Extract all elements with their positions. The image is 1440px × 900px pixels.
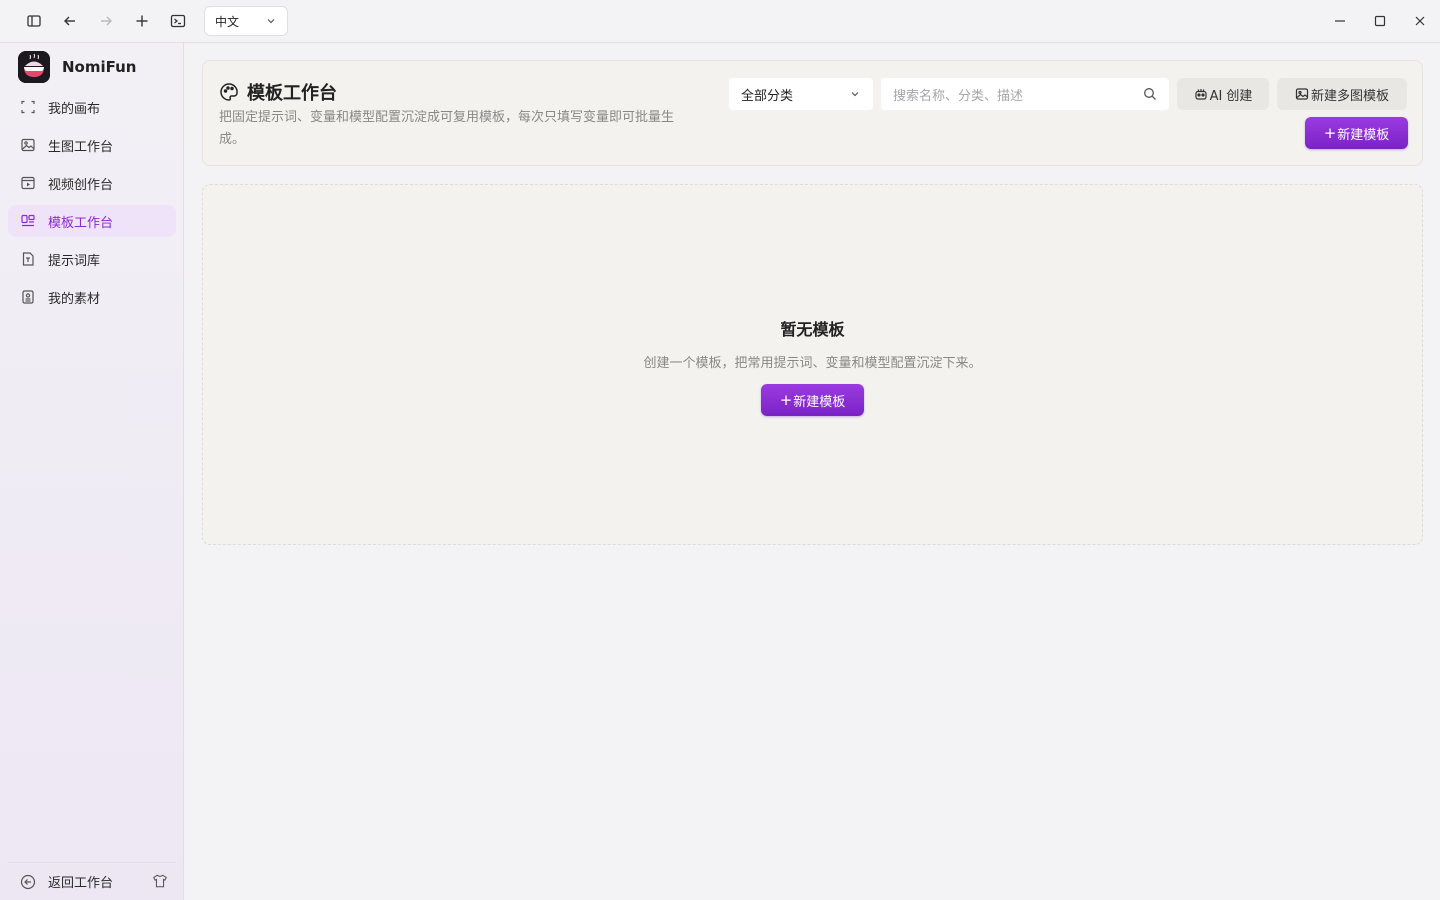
image-icon: [21, 138, 35, 152]
empty-state-title: 暂无模板: [780, 320, 845, 339]
sidebar-item-my-assets[interactable]: 我的素材: [8, 281, 176, 313]
maximize-icon[interactable]: [1370, 11, 1390, 31]
language-select[interactable]: 中文: [204, 6, 288, 36]
prompt-icon: [22, 252, 34, 266]
new-template-button[interactable]: + 新建模板: [1305, 117, 1408, 149]
back-arrow-icon[interactable]: [58, 9, 82, 33]
terminal-icon[interactable]: [166, 9, 190, 33]
page-title: 模板工作台: [247, 83, 337, 104]
sidebar-item-label: 模板工作台: [48, 215, 114, 231]
empty-state-new-template-button[interactable]: + 新建模板: [761, 384, 864, 416]
search-input[interactable]: 搜索名称、分类、描述: [881, 78, 1169, 110]
category-select[interactable]: 全部分类: [729, 78, 873, 110]
language-select-value: 中文: [215, 14, 240, 29]
sidebar-item-prompt-library[interactable]: 提示词库: [8, 243, 176, 275]
empty-state-new-template-label: 新建模板: [793, 394, 846, 410]
search-icon[interactable]: [1143, 87, 1157, 101]
assets-icon: [22, 290, 34, 304]
sidebar-item-label: 我的画布: [48, 101, 101, 117]
chevron-down-icon: [851, 92, 859, 97]
empty-state-description: 创建一个模板，把常用提示词、变量和模型配置沉淀下来。: [643, 356, 982, 371]
sidebar-item-video-studio[interactable]: 视频创作台: [8, 167, 176, 199]
app-name: NomiFun: [62, 58, 137, 76]
minimize-icon[interactable]: [1330, 11, 1350, 31]
template-icon: [21, 214, 35, 227]
sidebar-item-label: 提示词库: [48, 253, 101, 269]
video-icon: [21, 176, 35, 190]
sidebar-toggle-icon[interactable]: [22, 9, 46, 33]
page-header: 模板工作台 把固定提示词、变量和模型配置沉淀成可复用模板，每次只填写变量即可批量…: [202, 60, 1423, 166]
sidebar-item-image-studio[interactable]: 生图工作台: [8, 129, 176, 161]
new-tab-plus-icon[interactable]: [130, 9, 154, 33]
sidebar: NomiFun 我的画布 生图工作台 视频创作台 模板工作台 提示词库 我的素材…: [0, 43, 184, 900]
brand[interactable]: NomiFun: [18, 51, 137, 83]
page-description: 把固定提示词、变量和模型配置沉淀成可复用模板，每次只填写变量即可批量生成。: [219, 110, 675, 147]
chevron-down-icon: [267, 19, 275, 24]
theme-shirt-icon[interactable]: [152, 873, 168, 889]
search-placeholder: 搜索名称、分类、描述: [893, 88, 1024, 104]
back-to-workspace-button[interactable]: 返回工作台: [8, 862, 176, 900]
sidebar-item-label: 我的素材: [48, 291, 101, 307]
sidebar-item-my-canvas[interactable]: 我的画布: [8, 91, 176, 123]
sidebar-item-template-studio[interactable]: 模板工作台: [8, 205, 176, 237]
plus-icon: +: [1323, 124, 1337, 142]
back-to-workspace-label: 返回工作台: [48, 876, 114, 891]
sidebar-item-label: 视频创作台: [48, 177, 114, 193]
plus-icon: +: [779, 391, 793, 409]
new-multi-image-template-label: 新建多图模板: [1310, 88, 1389, 104]
robot-icon: [1194, 89, 1207, 100]
category-select-value: 全部分类: [741, 88, 794, 104]
new-multi-image-template-button[interactable]: 新建多图模板: [1277, 78, 1407, 110]
empty-state-panel: 暂无模板 创建一个模板，把常用提示词、变量和模型配置沉淀下来。 + 新建模板: [202, 184, 1423, 545]
back-circle-icon: [20, 874, 36, 889]
canvas-icon: [21, 100, 35, 114]
image-icon: [1295, 88, 1309, 100]
title-bar: 中文: [0, 0, 1440, 43]
ai-create-button[interactable]: AI 创建: [1177, 78, 1269, 110]
app-logo-icon: [18, 51, 50, 83]
ai-create-label: AI 创建: [1209, 88, 1253, 104]
palette-icon: [220, 83, 238, 101]
forward-arrow-icon[interactable]: [94, 9, 118, 33]
sidebar-item-label: 生图工作台: [48, 139, 114, 155]
new-template-label: 新建模板: [1337, 127, 1390, 143]
close-icon[interactable]: [1410, 11, 1430, 31]
